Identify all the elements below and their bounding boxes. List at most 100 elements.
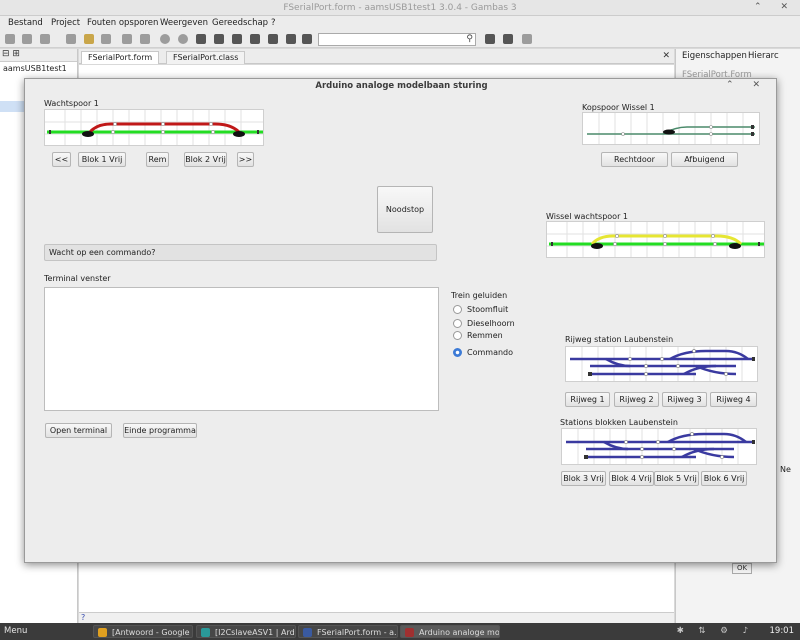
menu-weergeven[interactable]: Weergeven [160,18,208,28]
system-tray[interactable]: ✱ ⇅ ⚙ ♪ [677,626,754,636]
menu-gereedschap[interactable]: Gereedschap [212,18,268,28]
rijweg2-button[interactable]: Rijweg 2 [614,392,659,407]
find-icon[interactable] [522,34,532,44]
new-icon[interactable] [5,34,15,44]
stop-icon[interactable] [232,34,242,44]
arduino-dialog: Arduino analoge modelbaan sturing ⌃ ✕ Wa… [24,78,777,563]
radio-commando[interactable] [453,348,462,357]
compile-icon[interactable] [140,34,150,44]
task-fserialport[interactable]: FSerialPort.form - a... [298,625,398,638]
kopspoor-track[interactable] [582,112,760,145]
save-all-icon[interactable] [66,34,76,44]
radio-commando-label: Commando [467,348,514,357]
terminal-textarea[interactable] [44,287,439,411]
stations-diagram [566,429,755,464]
ok-button[interactable]: OK [732,563,752,574]
kopspoor-label: Kopspoor Wissel 1 [582,103,655,112]
rijweg3-button[interactable]: Rijweg 3 [662,392,707,407]
play-icon[interactable] [196,34,206,44]
rijweg1-button[interactable]: Rijweg 1 [565,392,610,407]
dialog-window-buttons[interactable]: ⌃ ✕ [726,80,768,90]
status-field: Wacht op een commando? [44,244,437,261]
close-icon[interactable]: ✕ [662,51,670,61]
wissel-wachtspoor-label: Wissel wachtspoor 1 [546,212,628,221]
rem-button[interactable]: Rem [146,152,169,167]
task-antwoord[interactable]: [Antwoord - Google ... [93,625,193,638]
prev-button[interactable]: << [52,152,71,167]
ide-window-title: FSerialPort.form - aamsUSB1test1 3.0.4 -… [283,3,517,13]
debug-icon[interactable] [160,34,170,44]
noodstop-button[interactable]: Noodstop [377,186,433,233]
wissel-wachtspoor-diagram [547,222,764,257]
tab-fserialport-form[interactable]: FSerialPort.form [81,51,160,64]
blok6-vrij-button[interactable]: Blok 6 Vrij [701,471,747,486]
project-icon[interactable] [84,34,94,44]
blok1-vrij-button[interactable]: Blok 1 Vrij [78,152,126,167]
kopspoor-diagram [587,113,755,144]
radio-dieselhoorn[interactable] [453,319,462,328]
rechtdoor-button[interactable]: Rechtdoor [601,152,668,167]
blok2-vrij-button[interactable]: Blok 2 Vrij [184,152,227,167]
wachtspoor-track[interactable] [44,109,264,146]
save-icon[interactable] [40,34,50,44]
menu-fouten-opsporen[interactable]: Fouten opsporen [87,18,158,28]
blok5-vrij-button[interactable]: Blok 5 Vrij [654,471,699,486]
menu-bestand[interactable]: Bestand [8,18,43,28]
back-icon[interactable] [485,34,495,44]
task-arduino-analoge[interactable]: Arduino analoge mo... [400,625,500,638]
rijweg-label: Rijweg station Laubenstein [565,335,674,344]
search-icon: ⚲ [466,34,473,44]
tree-toolbar: ⊟ ⊞ [0,49,77,62]
gambas-icon [303,628,312,637]
record-icon[interactable] [178,34,188,44]
app-icon [405,628,414,637]
stations-blokken-label: Stations blokken Laubenstein [560,418,678,427]
screenshot-icon[interactable] [101,34,111,44]
rijweg4-button[interactable]: Rijweg 4 [710,392,757,407]
gear-icon[interactable] [122,34,132,44]
ide-titlebar: FSerialPort.form - aamsUSB1test1 3.0.4 -… [0,0,800,16]
task-i2cslave[interactable]: [I2CslaveASV1 | Ard... [196,625,296,638]
breakpoint-icon[interactable] [302,34,312,44]
tree-root[interactable]: aamsUSB1test1 [3,64,67,73]
forward-icon[interactable] [503,34,513,44]
browser-icon [98,628,107,637]
step-over-icon[interactable] [268,34,278,44]
step-icon[interactable] [250,34,260,44]
pause-icon[interactable] [214,34,224,44]
tab-hierarchie[interactable]: Hierarc [748,51,779,61]
ide-window-buttons[interactable]: ⌃ ✕ [754,2,796,12]
blok4-vrij-button[interactable]: Blok 4 Vrij [609,471,654,486]
editor-status: ? [79,612,674,623]
ne-label: Ne [780,465,791,474]
rijweg-diagram [570,347,755,381]
editor-tabs: FSerialPort.form FSerialPort.class ✕ [79,49,674,64]
radio-stoomfluit[interactable] [453,305,462,314]
wachtspoor-label: Wachtspoor 1 [44,99,99,108]
tab-eigenschappen[interactable]: Eigenschappen [682,51,747,61]
afbuigend-button[interactable]: Afbuigend [671,152,738,167]
wissel-wachtspoor-track[interactable] [546,221,765,258]
radio-dieselhoorn-label: Dieselhoorn [467,319,515,328]
ide-toolbar: ⚲ [0,31,800,48]
ide-menubar: Bestand Project Fouten opsporen Weergeve… [0,16,800,31]
radio-remmen-label: Remmen [467,331,503,340]
next-button[interactable]: >> [237,152,254,167]
tab-fserialport-class[interactable]: FSerialPort.class [166,51,246,64]
stations-track[interactable] [561,428,757,465]
open-icon[interactable] [22,34,32,44]
open-terminal-button[interactable]: Open terminal [45,423,112,438]
rijweg-track[interactable] [565,346,758,382]
blok3-vrij-button[interactable]: Blok 3 Vrij [561,471,606,486]
clock: 19:01 [769,626,795,636]
step-out-icon[interactable] [286,34,296,44]
einde-programma-button[interactable]: Einde programma [123,423,197,438]
menu-project[interactable]: Project [51,18,80,28]
ide-search-input[interactable]: ⚲ [318,33,476,46]
terminal-label: Terminal venster [44,274,111,283]
start-menu-button[interactable]: Menu [4,626,27,636]
radio-stoomfluit-label: Stoomfluit [467,305,509,314]
radio-remmen[interactable] [453,331,462,340]
taskbar: Menu [Antwoord - Google ... [I2CslaveASV… [0,623,800,640]
menu-help[interactable]: ? [271,18,276,28]
